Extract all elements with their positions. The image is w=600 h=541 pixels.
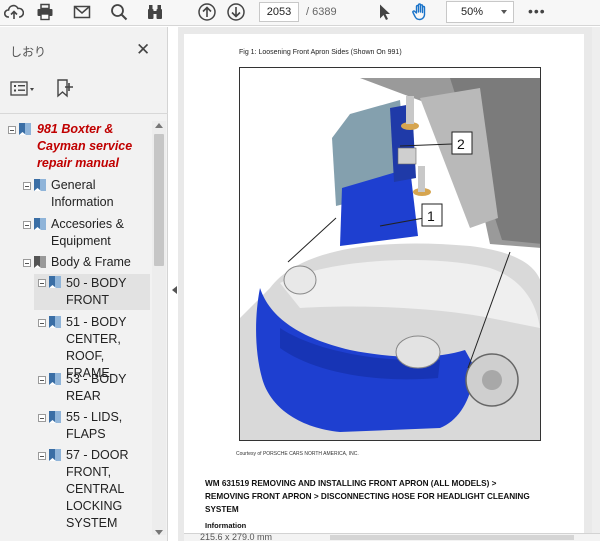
bookmark-label: Body & Frame	[51, 255, 131, 269]
bookmark-options-icon[interactable]	[10, 81, 36, 97]
bookmark-label: LOCKING	[66, 499, 123, 513]
bookmark-label: 53 - BODY	[66, 372, 127, 386]
figure-credit: Courtesy of PORSCHE CARS NORTH AMERICA, …	[236, 451, 359, 457]
scroll-down-icon[interactable]	[155, 530, 163, 535]
figure-image: 2 1	[239, 67, 541, 441]
add-bookmark-icon[interactable]	[54, 77, 76, 99]
page-size-label: 215.6 x 279.0 mm	[200, 532, 273, 541]
arrow-down-icon[interactable]	[224, 1, 248, 23]
bookmark-label: Information	[51, 195, 114, 209]
callout-label: 2	[457, 136, 465, 152]
bookmark-57-door-front[interactable]: 57 - DOOR FRONT, CENTRAL LOCKING SYSTEM	[34, 447, 150, 533]
bookmark-body-frame[interactable]: Body & Frame	[0, 254, 152, 272]
mail-icon[interactable]	[70, 1, 94, 23]
bookmark-accesories-equipment[interactable]: Accesories & Equipment	[0, 216, 152, 252]
more-options-icon[interactable]: •••	[528, 3, 546, 19]
bookmark-icon	[33, 217, 47, 232]
bookmark-label: 981 Boxter &	[37, 122, 114, 136]
main-toolbar: 2053 / 6389 50% •••	[0, 0, 600, 26]
bookmark-general-information[interactable]: General Information	[0, 177, 152, 213]
bookmark-label: FLAPS	[66, 427, 106, 441]
collapse-toggle-icon[interactable]	[8, 126, 16, 134]
bookmarks-title: しおり	[10, 45, 47, 59]
bookmark-label: 55 - LIDS,	[66, 410, 123, 424]
horizontal-scrollbar[interactable]	[330, 535, 574, 540]
collapse-toggle-icon[interactable]	[38, 376, 46, 384]
collapse-panel-icon[interactable]	[172, 286, 177, 294]
bookmark-label: repair manual	[37, 156, 119, 170]
bookmark-icon	[48, 275, 62, 290]
bookmark-label: FRONT	[66, 293, 110, 307]
bookmark-50-body-front[interactable]: 50 - BODY FRONT	[34, 274, 150, 310]
collapse-toggle-icon[interactable]	[23, 259, 31, 267]
bookmark-51-body-center[interactable]: 51 - BODY CENTER, ROOF, FRAME	[34, 314, 150, 380]
bookmark-label: 51 - BODY	[66, 315, 127, 329]
document-scrollbar[interactable]	[592, 27, 600, 533]
page-number-input[interactable]: 2053	[259, 2, 299, 22]
information-heading: Information	[205, 521, 247, 530]
bookmark-icon	[48, 448, 62, 463]
bookmark-label: General	[51, 178, 96, 192]
bookmark-label: 57 - DOOR	[66, 448, 129, 462]
bookmark-icon	[33, 178, 47, 193]
bookmark-root[interactable]: 981 Boxter & Cayman service repair manua…	[0, 121, 152, 173]
scrollbar-thumb[interactable]	[154, 134, 164, 266]
cursor-icon[interactable]	[372, 1, 396, 23]
bookmark-label: Accesories &	[51, 217, 124, 231]
cloud-upload-icon[interactable]	[2, 1, 26, 23]
bookmark-label: Cayman service	[37, 139, 133, 153]
bookmark-icon	[18, 122, 32, 137]
bookmark-open-icon	[33, 255, 47, 270]
bookmark-label: CENTRAL	[66, 482, 125, 496]
bookmark-label: SYSTEM	[66, 516, 118, 530]
zoom-value: 50%	[461, 6, 484, 18]
close-icon[interactable]: ✕	[136, 41, 150, 58]
zoom-select[interactable]: 50%	[446, 1, 514, 23]
callout-label: 1	[427, 208, 435, 224]
procedure-heading: WM 631519 REMOVING AND INSTALLING FRONT …	[205, 477, 555, 516]
collapse-toggle-icon[interactable]	[38, 279, 46, 287]
bookmark-label: CENTER,	[66, 332, 121, 346]
bookmark-55-lids-flaps[interactable]: 55 - LIDS, FLAPS	[34, 409, 150, 445]
heading-line: SYSTEM	[205, 505, 239, 514]
bookmark-label: Equipment	[51, 234, 111, 248]
print-icon[interactable]	[33, 1, 57, 23]
heading-line: REMOVING FRONT APRON > DISCONNECTING HOS…	[205, 492, 530, 501]
hand-icon[interactable]	[408, 1, 432, 23]
bookmark-icon	[48, 410, 62, 425]
bookmark-tree: 981 Boxter & Cayman service repair manua…	[0, 121, 152, 541]
collapse-toggle-icon[interactable]	[38, 414, 46, 422]
collapse-toggle-icon[interactable]	[38, 452, 46, 460]
arrow-up-icon[interactable]	[195, 1, 219, 23]
binoculars-icon[interactable]	[143, 1, 167, 23]
collapse-toggle-icon[interactable]	[23, 221, 31, 229]
collapse-toggle-icon[interactable]	[38, 319, 46, 327]
bookmark-icon	[48, 315, 62, 330]
collapse-toggle-icon[interactable]	[23, 182, 31, 190]
bookmark-label: REAR	[66, 389, 101, 403]
page-total-label: / 6389	[306, 6, 337, 18]
bookmark-label: 50 - BODY	[66, 276, 127, 290]
bookmark-53-body-rear[interactable]: 53 - BODY REAR	[34, 371, 150, 407]
search-icon[interactable]	[107, 1, 131, 23]
figure-caption: Fig 1: Loosening Front Apron Sides (Show…	[239, 49, 402, 56]
bookmark-icon	[48, 372, 62, 387]
scroll-up-icon[interactable]	[155, 123, 163, 128]
car-illustration: 2 1	[240, 78, 540, 440]
heading-line: WM 631519 REMOVING AND INSTALLING FRONT …	[205, 479, 497, 488]
panel-divider	[0, 113, 168, 114]
chevron-down-icon	[501, 10, 507, 14]
bookmark-label: FRONT,	[66, 465, 112, 479]
